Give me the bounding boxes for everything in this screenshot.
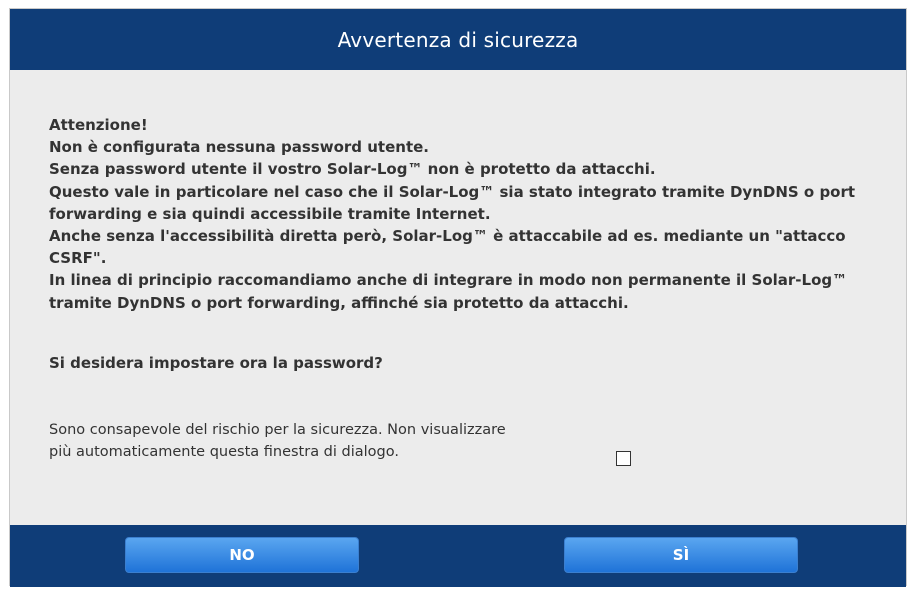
- dialog-header: Avvertenza di sicurezza: [10, 9, 906, 70]
- acknowledge-risk-label: Sono consapevole del rischio per la sicu…: [49, 422, 506, 460]
- dialog-body: Attenzione! Non è configurata nessuna pa…: [10, 70, 906, 525]
- warning-line-recommendation: In linea di principio raccomandiamo anch…: [49, 271, 848, 312]
- warning-line-csrf: Anche senza l'accessibilità diretta però…: [49, 227, 846, 268]
- warning-line-attention: Attenzione!: [49, 116, 148, 134]
- yes-button[interactable]: SÌ: [564, 537, 798, 573]
- set-password-question: Si desidera impostare ora la password?: [49, 354, 383, 372]
- dialog-title: Avvertenza di sicurezza: [337, 27, 579, 52]
- security-warning-dialog: Avvertenza di sicurezza Attenzione! Non …: [9, 8, 907, 587]
- warning-text: Attenzione! Non è configurata nessuna pa…: [49, 114, 879, 314]
- no-button[interactable]: NO: [125, 537, 359, 573]
- acknowledge-risk-checkbox[interactable]: [616, 451, 631, 466]
- warning-line-not-protected: Senza password utente il vostro Solar-Lo…: [49, 160, 656, 179]
- dialog-footer: NO SÌ: [10, 525, 906, 587]
- warning-line-dyndns: Questo vale in particolare nel caso che …: [49, 182, 856, 223]
- warning-line-no-password: Non è configurata nessuna password utent…: [49, 138, 429, 157]
